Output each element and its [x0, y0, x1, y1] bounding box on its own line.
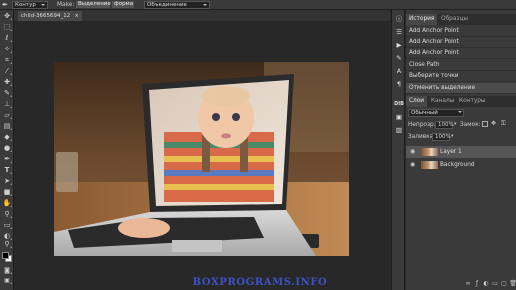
tab-history[interactable]: История — [406, 14, 438, 25]
glass-left — [56, 152, 78, 192]
image-icon[interactable]: ▨ — [394, 125, 404, 135]
layers-tab-row: Слои Каналы Контуры — [406, 96, 516, 107]
tab-channels[interactable]: Каналы — [428, 96, 457, 107]
healing-icon[interactable]: ✚ — [2, 78, 12, 87]
make-shape-button[interactable]: форма — [112, 1, 134, 8]
hand-icon[interactable]: ✋ — [2, 199, 12, 208]
history-item-current[interactable]: Отменить выделение — [406, 83, 516, 94]
type-icon[interactable]: T — [2, 166, 12, 175]
tool-mode-dropdown[interactable]: Контур — [12, 1, 48, 9]
toolbar: ✥ ⬚ ℓ ✧ ⌗ ⁄ ✚ ✎ ⊥ ▱ ▤ ◆ ● ✒ T ➤ ■ ✋ ⚲ ▭ … — [0, 10, 14, 290]
close-tab-icon[interactable]: × — [74, 11, 79, 21]
sliders-icon[interactable]: ☰ — [394, 27, 404, 37]
blend-dropdown-arrow-icon — [458, 111, 462, 113]
photo-artwork — [54, 62, 349, 256]
link-layers-icon[interactable]: ∞ — [464, 280, 472, 288]
history-item[interactable]: Add Anchor Point — [406, 26, 516, 37]
quick-mask-icon[interactable]: ◙ — [2, 266, 12, 275]
baby-hair — [202, 86, 250, 106]
document-image[interactable] — [54, 62, 349, 256]
lasso-icon[interactable]: ℓ — [2, 34, 12, 43]
lock-move-icon[interactable]: ✥ — [491, 120, 496, 127]
tab-paths[interactable]: Контуры — [456, 96, 489, 107]
fill-dropdown-icon[interactable]: ▾ — [451, 133, 454, 139]
baby-eye-left — [212, 113, 220, 121]
layer-name: Background — [440, 162, 475, 168]
visibility-eye-icon[interactable]: ◉ — [410, 159, 415, 171]
extra-tool-icon[interactable]: ▭ — [2, 221, 12, 230]
visibility-eye-icon[interactable]: ◉ — [410, 146, 415, 158]
stripe-4 — [164, 184, 274, 190]
trackpad — [172, 240, 222, 252]
history-item[interactable]: Выберите точки — [406, 71, 516, 82]
zoom-icon[interactable]: ⚲ — [2, 210, 12, 219]
opacity-dropdown-icon[interactable]: ▾ — [454, 121, 457, 127]
screen-mode-icon[interactable]: ▣ — [2, 276, 12, 285]
path-select-icon[interactable]: ➤ — [2, 177, 12, 186]
move-icon[interactable]: ✥ — [2, 12, 12, 21]
history-item[interactable]: Add Anchor Point — [406, 37, 516, 48]
brush-settings-icon[interactable]: ✎ — [394, 53, 404, 63]
lock-pixels-icon[interactable] — [482, 121, 488, 127]
fill-input[interactable]: 100% — [432, 133, 451, 141]
search-icon[interactable]: ⚲ — [2, 240, 12, 249]
dib-icon[interactable]: DIB — [394, 99, 404, 109]
tab-layers[interactable]: Слои — [406, 96, 428, 107]
dodge-icon[interactable]: ● — [2, 144, 12, 153]
adjustment-layer-icon[interactable]: ◐ — [482, 280, 490, 288]
crop-icon[interactable]: ⌗ — [2, 56, 12, 65]
watermark-text: BOXPROGRAMS.INFO — [192, 277, 328, 288]
history-item[interactable]: Close Path — [406, 60, 516, 71]
opacity-label: Непрозр. — [408, 122, 436, 128]
info-icon[interactable]: ⓘ — [394, 14, 404, 24]
layer-name: Layer 1 — [440, 149, 462, 155]
history-item[interactable]: Add Anchor Point — [406, 48, 516, 59]
layer-row[interactable]: ◉ Layer 1 — [406, 146, 516, 158]
stripe-2 — [164, 156, 274, 162]
magic-wand-icon[interactable]: ✧ — [2, 45, 12, 54]
panels-column: История Образцы Add Anchor Point Add Anc… — [406, 10, 516, 290]
css-icon[interactable]: ▣ — [394, 112, 404, 122]
play-icon[interactable]: ▶ — [394, 40, 404, 50]
clone-stamp-icon[interactable]: ⊥ — [2, 100, 12, 109]
character-icon[interactable]: A — [394, 66, 404, 76]
panel-icon-strip: ⓘ ☰ ▶ ✎ A ¶ DIB ▣ ▨ — [391, 10, 405, 290]
history-tab-row: История Образцы — [406, 14, 516, 25]
document-tab-title: child-3665694_12 — [21, 13, 71, 19]
baby-eye-right — [232, 113, 240, 121]
lock-label: Замок: — [460, 122, 481, 128]
shape-icon[interactable]: ■ — [2, 188, 12, 197]
pen-tool-icon[interactable]: ✒ — [2, 1, 8, 9]
blur-icon[interactable]: ◆ — [2, 133, 12, 142]
eyedropper-icon[interactable]: ⁄ — [2, 67, 12, 76]
layer-row[interactable]: ◉ Background — [406, 159, 516, 171]
layer-thumbnail — [421, 161, 438, 169]
eraser-icon[interactable]: ▱ — [2, 111, 12, 120]
new-folder-icon[interactable]: ▭ — [491, 280, 499, 288]
document-tab[interactable]: child-3665694_12 × — [18, 11, 82, 21]
blend-mode-dropdown[interactable]: Обычный — [408, 109, 464, 117]
make-selection-button[interactable]: Выделение — [76, 1, 111, 8]
baby-hand — [118, 218, 170, 238]
layer-thumbnail — [421, 148, 438, 156]
lock-all-icon[interactable]: ⚿ — [501, 120, 506, 128]
layer-style-icon[interactable]: ƒ — [473, 280, 481, 288]
foreground-color-swatch[interactable] — [2, 252, 9, 259]
delete-layer-icon[interactable]: 🗑 — [509, 280, 516, 288]
opacity-input[interactable]: 100% — [435, 121, 454, 129]
new-layer-icon[interactable]: ▢ — [500, 280, 508, 288]
tab-swatches[interactable]: Образцы — [438, 14, 471, 25]
stripe-3 — [164, 170, 274, 176]
make-label: Make: — [57, 2, 75, 8]
baby-mouth — [221, 133, 231, 139]
paragraph-icon[interactable]: ¶ — [394, 79, 404, 89]
marquee-icon[interactable]: ⬚ — [2, 23, 12, 32]
combine-mode-dropdown[interactable]: Объединение — [144, 1, 210, 9]
pen-icon[interactable]: ✒ — [2, 155, 12, 164]
brush-icon[interactable]: ✎ — [2, 89, 12, 98]
options-bar: ✒ Контур Make: Выделение форма Объединен… — [0, 0, 516, 10]
gradient-icon[interactable]: ▤ — [2, 122, 12, 131]
